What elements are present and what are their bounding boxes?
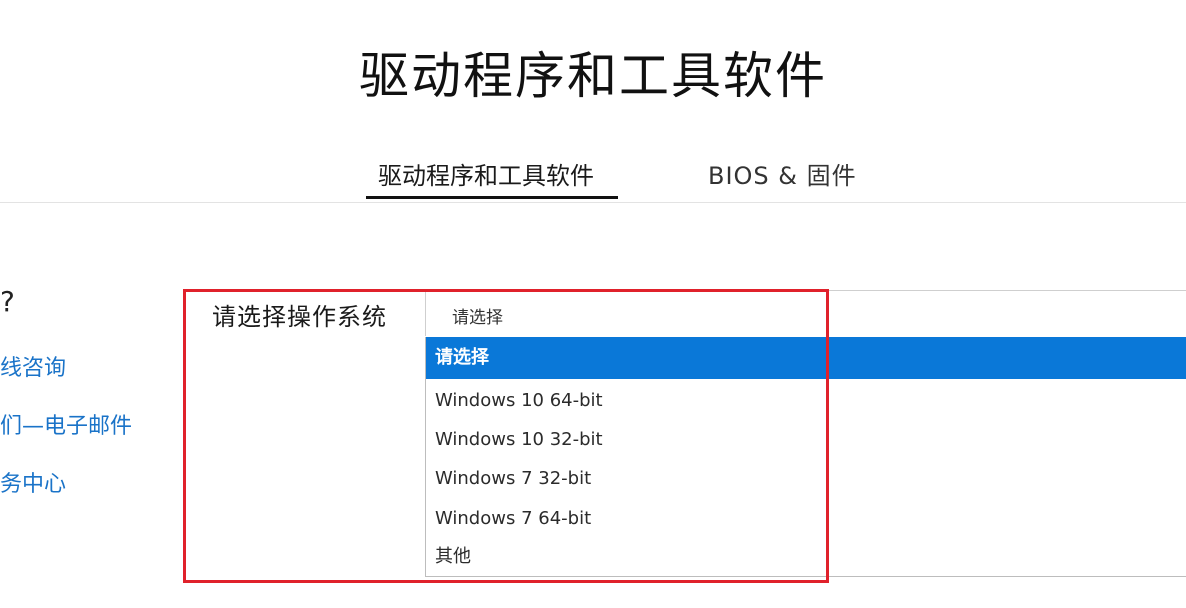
os-option-other[interactable]: 其他	[426, 537, 1186, 576]
os-select[interactable]: 请选择	[425, 290, 1186, 336]
os-option-win7-64[interactable]: Windows 7 64-bit	[426, 499, 1186, 538]
help-link-online-chat[interactable]: 线咨询	[0, 350, 66, 382]
help-question-fragment: ?	[0, 285, 15, 318]
help-link-email[interactable]: 们—电子邮件	[0, 408, 132, 440]
tab-bios-firmware[interactable]: BIOS & 固件	[708, 156, 857, 191]
os-select-value: 请选择	[452, 308, 503, 328]
tab-bar: 驱动程序和工具软件 BIOS & 固件	[0, 0, 1186, 202]
os-select-label: 请选择操作系统	[212, 303, 387, 331]
os-option-win7-32[interactable]: Windows 7 32-bit	[426, 459, 1186, 498]
os-option-please-select[interactable]: 请选择	[426, 337, 1186, 379]
tab-divider	[0, 202, 1186, 203]
tab-drivers-and-tools[interactable]: 驱动程序和工具软件	[378, 156, 594, 191]
os-option-win10-32[interactable]: Windows 10 32-bit	[426, 420, 1186, 459]
os-option-win10-64[interactable]: Windows 10 64-bit	[426, 381, 1186, 420]
os-dropdown-list: 请选择 Windows 10 64-bit Windows 10 32-bit …	[425, 337, 1186, 577]
help-link-service-center[interactable]: 务中心	[0, 466, 66, 498]
active-tab-underline	[366, 196, 618, 199]
